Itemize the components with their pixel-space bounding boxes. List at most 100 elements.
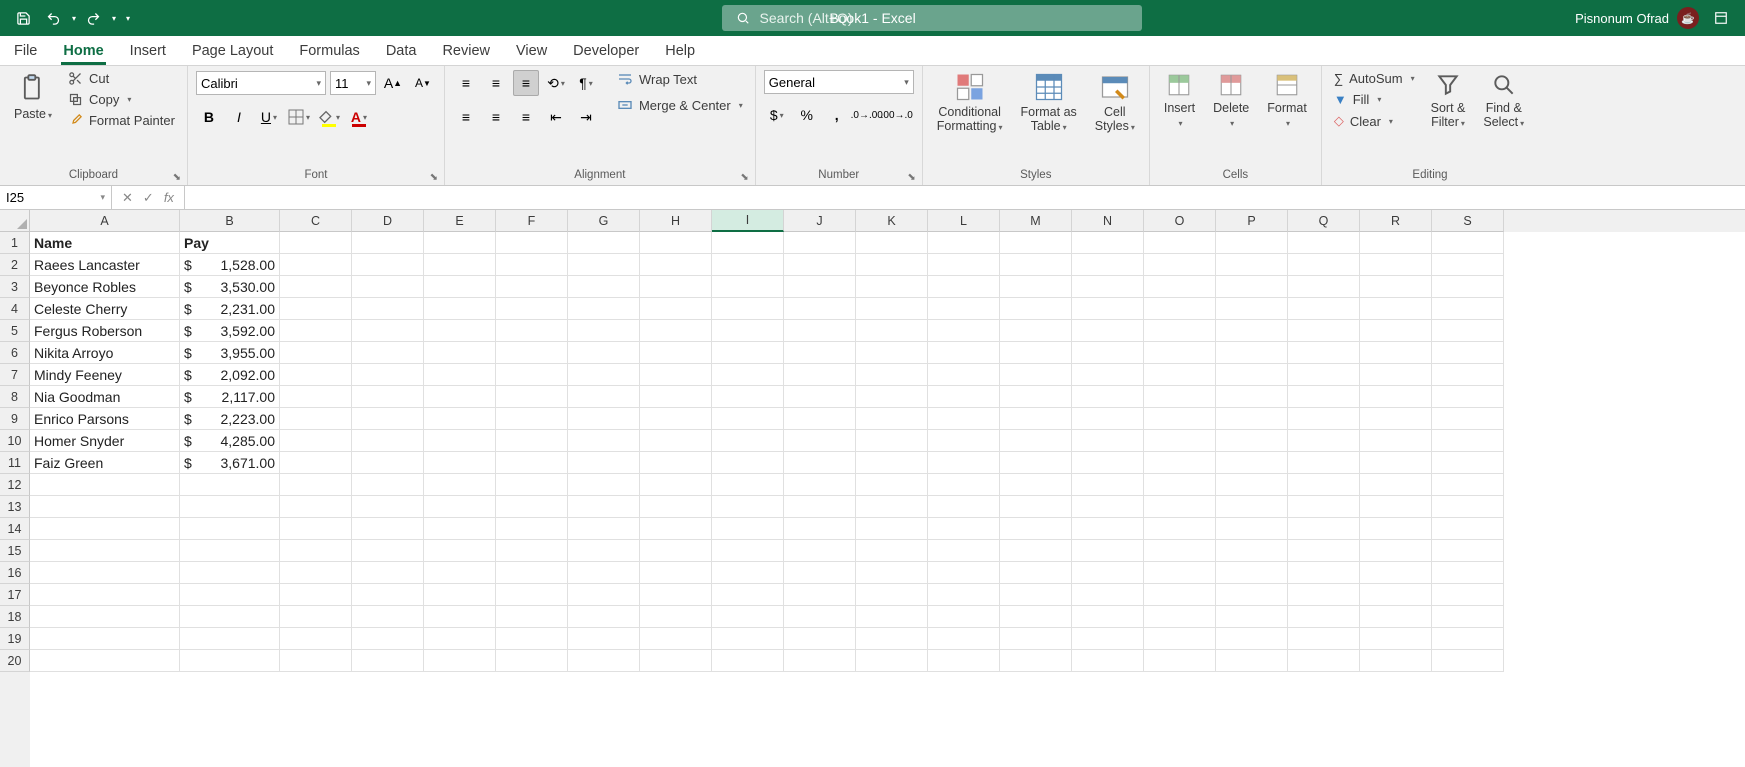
cell-H4[interactable] — [640, 298, 712, 320]
wrap-text-button[interactable]: Wrap Text — [613, 70, 747, 88]
cell-D7[interactable] — [352, 364, 424, 386]
cell-I6[interactable] — [712, 342, 784, 364]
cell-J20[interactable] — [784, 650, 856, 672]
cell-C20[interactable] — [280, 650, 352, 672]
cell-D19[interactable] — [352, 628, 424, 650]
cell-O12[interactable] — [1144, 474, 1216, 496]
row-header-2[interactable]: 2 — [0, 254, 30, 276]
cell-K13[interactable] — [856, 496, 928, 518]
tab-help[interactable]: Help — [663, 39, 697, 65]
cell-Q13[interactable] — [1288, 496, 1360, 518]
comma-format-icon[interactable]: , — [824, 102, 850, 128]
cell-I2[interactable] — [712, 254, 784, 276]
cancel-icon[interactable]: ✕ — [122, 190, 133, 206]
cell-R18[interactable] — [1360, 606, 1432, 628]
cell-H16[interactable] — [640, 562, 712, 584]
find-select-button[interactable]: Find & Select▾ — [1477, 70, 1530, 132]
cell-P18[interactable] — [1216, 606, 1288, 628]
cell-M19[interactable] — [1000, 628, 1072, 650]
cell-O16[interactable] — [1144, 562, 1216, 584]
cell-J5[interactable] — [784, 320, 856, 342]
cell-L4[interactable] — [928, 298, 1000, 320]
format-painter-button[interactable]: Format Painter — [64, 112, 179, 129]
merge-center-button[interactable]: Merge & Center▾ — [613, 96, 747, 114]
cell-A18[interactable] — [30, 606, 180, 628]
cell-S1[interactable] — [1432, 232, 1504, 254]
cell-E5[interactable] — [424, 320, 496, 342]
cell-A2[interactable]: Raees Lancaster — [30, 254, 180, 276]
cell-S11[interactable] — [1432, 452, 1504, 474]
cell-H12[interactable] — [640, 474, 712, 496]
cell-H7[interactable] — [640, 364, 712, 386]
cell-K4[interactable] — [856, 298, 928, 320]
cell-J4[interactable] — [784, 298, 856, 320]
cell-H14[interactable] — [640, 518, 712, 540]
cell-E2[interactable] — [424, 254, 496, 276]
cell-Q6[interactable] — [1288, 342, 1360, 364]
cell-H15[interactable] — [640, 540, 712, 562]
cell-C8[interactable] — [280, 386, 352, 408]
cell-F1[interactable] — [496, 232, 568, 254]
cell-K20[interactable] — [856, 650, 928, 672]
cell-O19[interactable] — [1144, 628, 1216, 650]
cell-J19[interactable] — [784, 628, 856, 650]
cell-N17[interactable] — [1072, 584, 1144, 606]
cell-I7[interactable] — [712, 364, 784, 386]
cell-N5[interactable] — [1072, 320, 1144, 342]
cell-K7[interactable] — [856, 364, 928, 386]
cell-S13[interactable] — [1432, 496, 1504, 518]
cell-B8[interactable]: $2,117.00 — [180, 386, 280, 408]
cell-K9[interactable] — [856, 408, 928, 430]
undo-dropdown-icon[interactable]: ▾ — [72, 14, 76, 23]
cell-P16[interactable] — [1216, 562, 1288, 584]
cell-A9[interactable]: Enrico Parsons — [30, 408, 180, 430]
cell-D15[interactable] — [352, 540, 424, 562]
cell-G20[interactable] — [568, 650, 640, 672]
cell-J1[interactable] — [784, 232, 856, 254]
decrease-indent-icon[interactable]: ⇤ — [543, 104, 569, 130]
font-name-combo[interactable]: Calibri▾ — [196, 71, 326, 95]
cell-F12[interactable] — [496, 474, 568, 496]
cell-O18[interactable] — [1144, 606, 1216, 628]
cell-L9[interactable] — [928, 408, 1000, 430]
cell-F20[interactable] — [496, 650, 568, 672]
row-header-19[interactable]: 19 — [0, 628, 30, 650]
cell-S18[interactable] — [1432, 606, 1504, 628]
cell-N4[interactable] — [1072, 298, 1144, 320]
cell-D12[interactable] — [352, 474, 424, 496]
number-format-combo[interactable]: General▾ — [764, 70, 914, 94]
cell-M4[interactable] — [1000, 298, 1072, 320]
cell-K8[interactable] — [856, 386, 928, 408]
cell-R14[interactable] — [1360, 518, 1432, 540]
cell-I1[interactable] — [712, 232, 784, 254]
cell-N7[interactable] — [1072, 364, 1144, 386]
col-header-M[interactable]: M — [1000, 210, 1072, 232]
cell-E16[interactable] — [424, 562, 496, 584]
cell-A15[interactable] — [30, 540, 180, 562]
cell-H11[interactable] — [640, 452, 712, 474]
cut-button[interactable]: Cut — [64, 70, 179, 87]
cell-B12[interactable] — [180, 474, 280, 496]
qat-customize-icon[interactable]: ▾ — [126, 14, 130, 23]
tab-home[interactable]: Home — [61, 39, 105, 65]
cell-M17[interactable] — [1000, 584, 1072, 606]
cell-M2[interactable] — [1000, 254, 1072, 276]
cell-I10[interactable] — [712, 430, 784, 452]
cell-J2[interactable] — [784, 254, 856, 276]
cell-B20[interactable] — [180, 650, 280, 672]
cell-C7[interactable] — [280, 364, 352, 386]
cell-D9[interactable] — [352, 408, 424, 430]
cell-R13[interactable] — [1360, 496, 1432, 518]
cell-L15[interactable] — [928, 540, 1000, 562]
cell-M5[interactable] — [1000, 320, 1072, 342]
cell-B17[interactable] — [180, 584, 280, 606]
cell-N3[interactable] — [1072, 276, 1144, 298]
cell-I17[interactable] — [712, 584, 784, 606]
cell-J17[interactable] — [784, 584, 856, 606]
col-header-N[interactable]: N — [1072, 210, 1144, 232]
cell-D18[interactable] — [352, 606, 424, 628]
cell-A3[interactable]: Beyonce Robles — [30, 276, 180, 298]
cell-G10[interactable] — [568, 430, 640, 452]
cell-D1[interactable] — [352, 232, 424, 254]
cell-A8[interactable]: Nia Goodman — [30, 386, 180, 408]
